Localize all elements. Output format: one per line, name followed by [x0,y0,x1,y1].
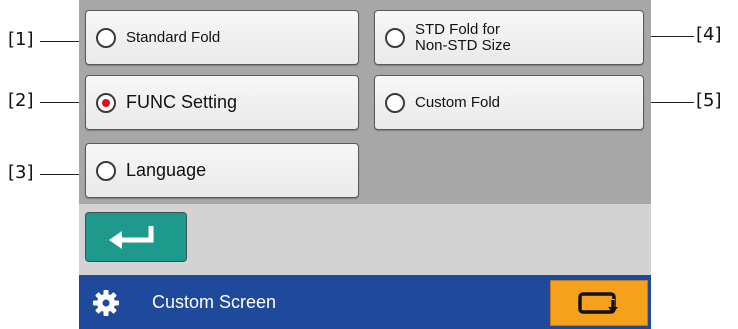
custom-fold-radio[interactable] [385,92,405,113]
std-fold-non-std-size-option[interactable]: STD Fold for Non-STD Size [374,10,644,65]
callout-4: [4] [696,24,722,45]
screen-title: Custom Screen [152,292,277,312]
standard-fold-radio[interactable] [96,27,116,48]
custom-fold-label: Custom Fold [415,93,501,111]
func-setting-radio[interactable] [96,92,116,113]
screen-switch-button[interactable] [550,280,648,326]
custom-fold-option[interactable]: Custom Fold [374,75,644,130]
callout-5: [5] [696,90,722,111]
return-arrow-icon [109,226,154,249]
func-setting-label: FUNC Setting [126,92,238,113]
std-fold-non-std-size-label: STD Fold for Non-STD Size [415,20,511,54]
callout-1: [1] [8,29,34,50]
screen-switch-icon [578,292,618,314]
std-fold-non-std-size-radio[interactable] [385,27,405,48]
std-fold-line2: Non-STD Size [415,36,511,54]
language-option[interactable]: Language [85,143,359,198]
std-fold-line1: STD Fold for [415,20,501,38]
gear-icon[interactable] [92,289,120,317]
return-button[interactable] [85,212,187,262]
custom-screen: Standard Fold STD Fold for Non-STD Size … [79,0,651,329]
callout-3: [3] [8,162,34,183]
language-label: Language [126,160,207,181]
language-radio[interactable] [96,160,116,181]
standard-fold-label: Standard Fold [126,28,221,46]
func-setting-option[interactable]: FUNC Setting [85,75,359,130]
callout-2: [2] [8,90,34,111]
standard-fold-option[interactable]: Standard Fold [85,10,359,65]
